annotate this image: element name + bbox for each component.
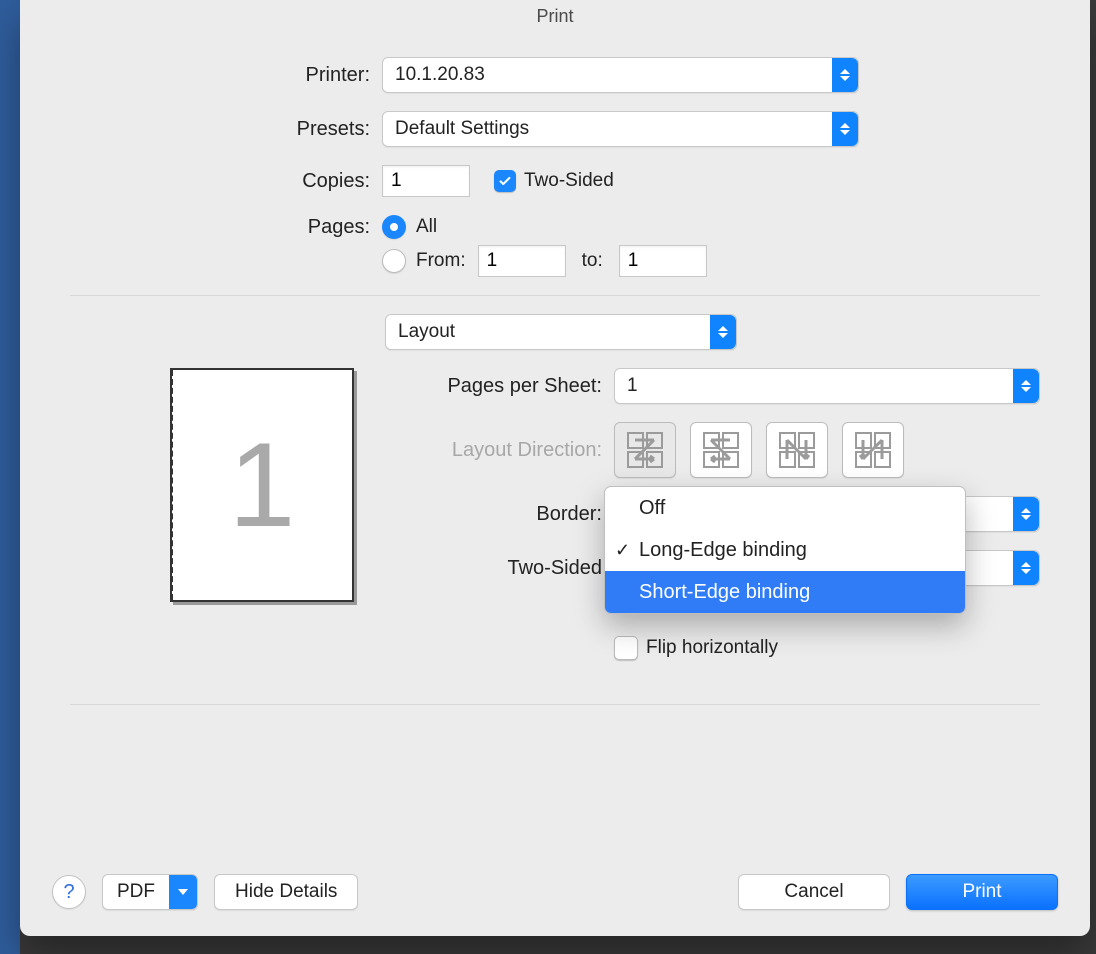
stepper-icon <box>832 112 858 146</box>
layout-direction-label: Layout Direction: <box>382 439 614 462</box>
copies-label: Copies: <box>70 170 382 193</box>
two-sided-checkbox[interactable] <box>494 170 516 192</box>
pages-all-label: All <box>416 216 437 238</box>
stepper-icon <box>832 58 858 92</box>
chevron-down-icon <box>169 875 197 909</box>
section-select-value: Layout <box>386 321 710 343</box>
pdf-menu-label: PDF <box>103 881 169 903</box>
dialog-footer: ? PDF Hide Details Cancel Print <box>20 854 1090 936</box>
preview-page-number: 1 <box>172 370 352 600</box>
two-sided-popup-menu: Off Long-Edge binding Short-Edge binding <box>604 486 966 614</box>
flip-horizontal-label: Flip horizontally <box>646 637 778 659</box>
pages-from-label: From: <box>416 250 466 272</box>
printer-value: 10.1.20.83 <box>383 64 832 86</box>
printer-label: Printer: <box>70 64 382 87</box>
layout-direction-s-icon[interactable] <box>690 422 752 478</box>
stepper-icon <box>710 315 736 349</box>
print-button[interactable]: Print <box>906 874 1058 910</box>
two-sided-option-long-edge[interactable]: Long-Edge binding <box>605 529 965 571</box>
layout-direction-inv-n-icon[interactable] <box>842 422 904 478</box>
divider <box>70 295 1040 296</box>
section-select[interactable]: Layout <box>385 314 737 350</box>
pages-range-radio[interactable] <box>382 249 406 273</box>
copies-input[interactable] <box>382 165 470 197</box>
pdf-menu-button[interactable]: PDF <box>102 874 198 910</box>
two-sided-option-short-edge[interactable]: Short-Edge binding <box>605 571 965 613</box>
two-sided-row-label: Two-Sided <box>382 557 614 580</box>
stepper-icon <box>1013 369 1039 403</box>
pages-from-input[interactable] <box>478 245 566 277</box>
help-button[interactable]: ? <box>52 875 86 909</box>
layout-direction-z-icon[interactable] <box>614 422 676 478</box>
stepper-icon <box>1013 497 1039 531</box>
printer-select[interactable]: 10.1.20.83 <box>382 57 859 93</box>
presets-value: Default Settings <box>383 118 832 140</box>
two-sided-option-off[interactable]: Off <box>605 487 965 529</box>
dialog-title: Print <box>20 0 1090 37</box>
pages-per-sheet-label: Pages per Sheet: <box>382 375 614 398</box>
layout-direction-group <box>614 422 904 478</box>
border-label: Border: <box>382 503 614 526</box>
dialog-content: Printer: 10.1.20.83 Presets: Default Set… <box>20 37 1090 705</box>
presets-select[interactable]: Default Settings <box>382 111 859 147</box>
pages-to-label: to: <box>582 250 603 272</box>
background-app-stripe <box>0 0 20 954</box>
pages-per-sheet-select[interactable]: 1 <box>614 368 1040 404</box>
page-preview: 1 <box>170 368 354 602</box>
pages-label: Pages: <box>70 216 382 239</box>
hide-details-button[interactable]: Hide Details <box>214 874 358 910</box>
pages-all-radio[interactable] <box>382 215 406 239</box>
two-sided-checkbox-label: Two-Sided <box>524 170 614 192</box>
layout-direction-n-icon[interactable] <box>766 422 828 478</box>
flip-horizontal-checkbox[interactable] <box>614 636 638 660</box>
layout-section: 1 Pages per Sheet: 1 Layout Direction: <box>70 368 1040 678</box>
pages-per-sheet-value: 1 <box>615 375 1013 397</box>
stepper-icon <box>1013 551 1039 585</box>
print-dialog: Print Printer: 10.1.20.83 Presets: Defau… <box>20 0 1090 936</box>
divider <box>70 704 1040 705</box>
pages-to-input[interactable] <box>619 245 707 277</box>
presets-label: Presets: <box>70 118 382 141</box>
cancel-button[interactable]: Cancel <box>738 874 890 910</box>
